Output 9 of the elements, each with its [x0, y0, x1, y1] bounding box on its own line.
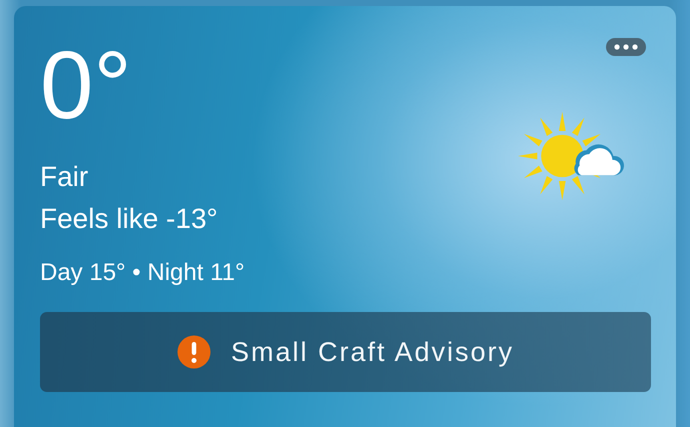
ellipsis-icon	[613, 44, 639, 50]
alert-text: Small Craft Advisory	[230, 336, 514, 368]
temperature: 0°	[40, 38, 132, 134]
alert-banner[interactable]: Small Craft Advisory	[40, 312, 651, 392]
feels-like: Feels like -13°	[40, 202, 219, 236]
more-button[interactable]	[606, 38, 646, 56]
day-night-temps: Day 15° • Night 11°	[40, 258, 246, 288]
condition: Fair	[40, 160, 90, 194]
alert-icon	[176, 335, 211, 369]
